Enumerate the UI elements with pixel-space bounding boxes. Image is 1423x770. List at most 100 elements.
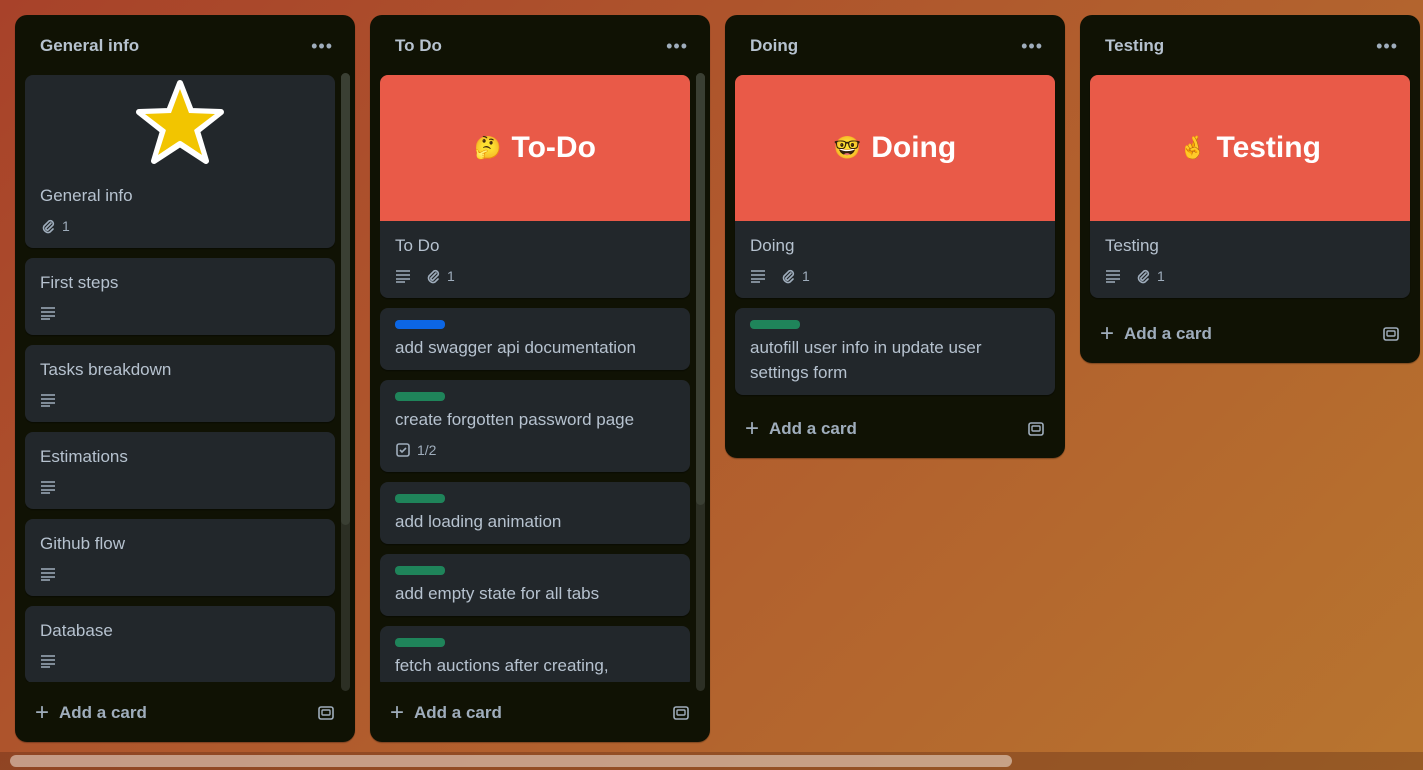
card-cover bbox=[25, 75, 335, 175]
card-title: General info bbox=[40, 186, 133, 205]
list-scrollbar-thumb[interactable] bbox=[696, 73, 705, 505]
attachment-badge: 1 bbox=[1135, 268, 1165, 284]
list-to-do: To Do ••• 🤔 To-Do To Do 1 add swagger ap… bbox=[370, 15, 710, 742]
description-icon bbox=[1106, 270, 1120, 283]
list-doing: Doing ••• 🤓 Doing Doing 1 autofill user … bbox=[725, 15, 1065, 458]
plus-icon: + bbox=[390, 699, 405, 726]
plus-icon: + bbox=[1100, 320, 1115, 347]
list-header: General info ••• bbox=[15, 15, 355, 77]
card-cover: 🤓 Doing bbox=[735, 75, 1055, 221]
template-icon[interactable] bbox=[1027, 421, 1045, 437]
card-label[interactable] bbox=[750, 320, 800, 329]
list-testing: Testing ••• 🤞 Testing Testing 1 + Add a … bbox=[1080, 15, 1420, 363]
attachment-badge: 1 bbox=[425, 268, 455, 284]
template-icon[interactable] bbox=[317, 705, 335, 721]
list-title[interactable]: General info bbox=[40, 36, 139, 56]
card[interactable]: create forgotten password page 1/2 bbox=[380, 380, 690, 472]
card[interactable]: First steps bbox=[25, 258, 335, 335]
card[interactable]: autofill user info in update user settin… bbox=[735, 308, 1055, 395]
card[interactable]: 🤞 Testing Testing 1 bbox=[1090, 75, 1410, 298]
attachment-count: 1 bbox=[802, 268, 810, 284]
template-icon[interactable] bbox=[1382, 326, 1400, 342]
add-card-label: Add a card bbox=[59, 703, 147, 722]
thinking-face-icon: 🤔 bbox=[474, 135, 502, 160]
attachment-badge: 1 bbox=[780, 268, 810, 284]
more-dots-icon[interactable]: ••• bbox=[311, 37, 333, 55]
paperclip-icon bbox=[427, 269, 440, 284]
card[interactable]: Database bbox=[25, 606, 335, 682]
card[interactable]: Tasks breakdown bbox=[25, 345, 335, 422]
attachment-badge: 1 bbox=[40, 218, 70, 234]
checklist-badge: 1/2 bbox=[395, 442, 436, 458]
checklist-icon bbox=[396, 443, 410, 457]
add-card-button[interactable]: + Add a card bbox=[745, 417, 857, 441]
description-icon bbox=[41, 568, 55, 581]
more-dots-icon[interactable]: ••• bbox=[1376, 37, 1398, 55]
template-icon[interactable] bbox=[672, 705, 690, 721]
card-title: Doing bbox=[750, 236, 795, 255]
card-title: fetch auctions after creating, bbox=[395, 656, 609, 675]
list-header: To Do ••• bbox=[370, 15, 710, 77]
description-icon bbox=[751, 270, 765, 283]
card[interactable]: 🤔 To-Do To Do 1 bbox=[380, 75, 690, 298]
list-header: Doing ••• bbox=[725, 15, 1065, 77]
plus-icon: + bbox=[35, 699, 50, 726]
list-title[interactable]: To Do bbox=[395, 36, 442, 56]
card-label[interactable] bbox=[395, 638, 445, 647]
card-title: Estimations bbox=[40, 447, 128, 466]
paperclip-icon bbox=[1137, 269, 1150, 284]
card-title: autofill user info in update user settin… bbox=[750, 338, 982, 382]
list-title[interactable]: Testing bbox=[1105, 36, 1164, 56]
description-icon bbox=[396, 270, 410, 283]
add-card-label: Add a card bbox=[1124, 324, 1212, 343]
add-card-label: Add a card bbox=[414, 703, 502, 722]
card-title: add loading animation bbox=[395, 512, 562, 531]
card-title: Testing bbox=[1105, 236, 1159, 255]
description-icon bbox=[41, 307, 55, 320]
card-label[interactable] bbox=[395, 320, 445, 329]
card[interactable]: add swagger api documentation bbox=[380, 308, 690, 370]
plus-icon: + bbox=[745, 415, 760, 442]
cover-text: Doing bbox=[871, 131, 957, 164]
more-dots-icon[interactable]: ••• bbox=[1021, 37, 1043, 55]
add-card-label: Add a card bbox=[769, 419, 857, 438]
card-title: add empty state for all tabs bbox=[395, 584, 600, 603]
card[interactable]: 🤓 Doing Doing 1 bbox=[735, 75, 1055, 298]
list-title[interactable]: Doing bbox=[750, 36, 798, 56]
nerd-face-icon: 🤓 bbox=[833, 135, 862, 160]
cover-text: To-Do bbox=[511, 131, 596, 164]
card-title: Github flow bbox=[40, 534, 126, 553]
card[interactable]: Estimations bbox=[25, 432, 335, 509]
card[interactable]: add empty state for all tabs bbox=[380, 554, 690, 616]
checklist-count: 1/2 bbox=[417, 442, 437, 458]
card[interactable]: add loading animation bbox=[380, 482, 690, 544]
card-label[interactable] bbox=[395, 392, 445, 401]
card-title: Database bbox=[40, 621, 113, 640]
card-title: To Do bbox=[395, 236, 440, 255]
cover-text: Testing bbox=[1216, 131, 1321, 164]
attachment-count: 1 bbox=[62, 218, 70, 234]
card-title: create forgotten password page bbox=[395, 410, 635, 429]
card[interactable]: General info 1 bbox=[25, 75, 335, 248]
card[interactable]: fetch auctions after creating, bbox=[380, 626, 690, 682]
description-icon bbox=[41, 655, 55, 668]
attachment-count: 1 bbox=[1157, 268, 1165, 284]
card-title: add swagger api documentation bbox=[395, 338, 636, 357]
card-label[interactable] bbox=[395, 494, 445, 503]
card-cover: 🤞 Testing bbox=[1090, 75, 1410, 221]
card[interactable]: Github flow bbox=[25, 519, 335, 596]
card-title: First steps bbox=[40, 273, 119, 292]
card-label[interactable] bbox=[395, 566, 445, 575]
board-scrollbar-thumb[interactable] bbox=[10, 755, 1012, 767]
add-card-button[interactable]: + Add a card bbox=[390, 701, 502, 725]
list-general-info: General info ••• General info 1 First st… bbox=[15, 15, 355, 742]
more-dots-icon[interactable]: ••• bbox=[666, 37, 688, 55]
star-icon bbox=[136, 80, 224, 164]
paperclip-icon bbox=[782, 269, 795, 284]
description-icon bbox=[41, 481, 55, 494]
list-scrollbar-thumb[interactable] bbox=[341, 73, 350, 525]
attachment-count: 1 bbox=[447, 268, 455, 284]
add-card-button[interactable]: + Add a card bbox=[35, 701, 147, 725]
crossed-fingers-icon: 🤞 bbox=[1179, 135, 1207, 160]
add-card-button[interactable]: + Add a card bbox=[1100, 322, 1212, 346]
